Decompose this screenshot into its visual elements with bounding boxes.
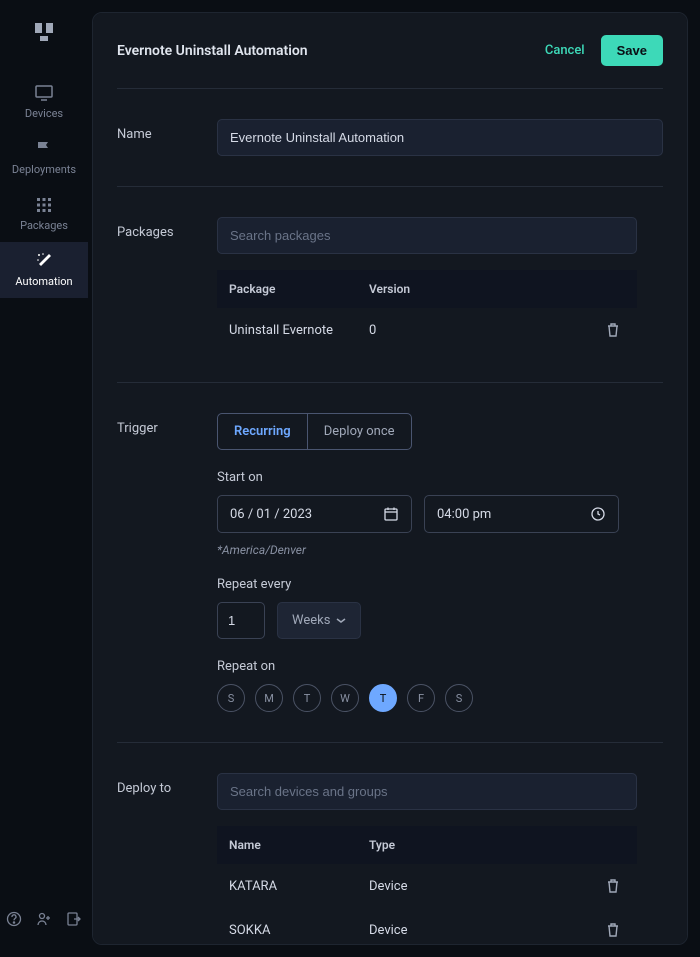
calendar-icon [383,506,399,522]
day-fri[interactable]: F [407,684,435,712]
sidebar: Devices Deployments Packages Automation [0,0,88,957]
time-value: 04:00 pm [437,507,491,522]
repeat-count-input[interactable] [217,602,265,639]
segment-deploy-once[interactable]: Deploy once [308,414,411,449]
package-name: Uninstall Evernote [229,323,369,338]
day-picker: S M T W T F S [217,684,663,712]
day-wed[interactable]: W [331,684,359,712]
time-input[interactable]: 04:00 pm [424,495,619,533]
name-input[interactable] [217,119,663,156]
grid-icon [34,196,54,214]
sidebar-item-label: Automation [15,275,72,288]
app-logo [32,20,56,44]
trash-icon[interactable] [601,322,625,338]
date-input[interactable]: 06 / 01 / 2023 [217,495,412,533]
deploy-name: SOKKA [229,923,369,938]
deploy-type: Device [369,879,601,894]
section-label: Name [117,119,217,156]
section-deploy: Deploy to Name Type KATARA Device SOKKA … [117,743,663,945]
timezone-hint: *America/Denver [217,543,663,557]
date-value: 06 / 01 / 2023 [230,507,312,522]
page-title: Evernote Uninstall Automation [117,43,308,59]
sidebar-item-deployments[interactable]: Deployments [0,130,88,186]
deploy-table: Name Type KATARA Device SOKKA Device [217,826,637,945]
start-on-label: Start on [217,470,663,485]
col-header-type: Type [369,838,601,852]
monitor-icon [34,84,54,102]
col-header-name: Name [229,838,369,852]
page-header: Evernote Uninstall Automation Cancel Sav… [117,13,663,89]
table-row: Uninstall Evernote 0 [217,308,637,352]
deploy-search-input[interactable] [217,773,637,810]
day-sat[interactable]: S [445,684,473,712]
section-label: Trigger [117,413,217,712]
logout-icon[interactable] [66,911,82,927]
day-thu[interactable]: T [369,684,397,712]
repeat-on-label: Repeat on [217,659,663,674]
wand-icon [34,252,54,270]
clock-icon [590,506,606,522]
section-label: Deploy to [117,773,217,945]
sidebar-item-packages[interactable]: Packages [0,186,88,242]
flag-icon [34,140,54,158]
col-header-package: Package [229,282,369,296]
table-row: KATARA Device [217,864,637,908]
section-label: Packages [117,217,217,352]
trash-icon[interactable] [601,878,625,894]
save-button[interactable]: Save [601,35,663,66]
help-icon[interactable] [6,911,22,927]
main-panel: Evernote Uninstall Automation Cancel Sav… [92,12,688,945]
packages-table: Package Version Uninstall Evernote 0 [217,270,637,352]
segment-recurring[interactable]: Recurring [218,414,308,449]
repeat-every-label: Repeat every [217,577,663,592]
day-mon[interactable]: M [255,684,283,712]
section-packages: Packages Package Version Uninstall Evern… [117,187,663,383]
repeat-unit-select[interactable]: Weeks [277,602,361,639]
day-tue[interactable]: T [293,684,321,712]
add-user-icon[interactable] [36,911,52,927]
day-sun[interactable]: S [217,684,245,712]
repeat-unit-value: Weeks [292,613,330,628]
package-version: 0 [369,323,601,338]
section-name: Name [117,89,663,187]
cancel-button[interactable]: Cancel [545,43,585,58]
deploy-name: KATARA [229,879,369,894]
trash-icon[interactable] [601,922,625,938]
sidebar-item-devices[interactable]: Devices [0,74,88,130]
trigger-segment: Recurring Deploy once [217,413,412,450]
chevron-down-icon [336,618,346,624]
sidebar-item-automation[interactable]: Automation [0,242,88,298]
col-header-version: Version [369,282,601,296]
section-trigger: Trigger Recurring Deploy once Start on 0… [117,383,663,743]
table-row: SOKKA Device [217,908,637,945]
sidebar-item-label: Deployments [12,163,76,176]
packages-search-input[interactable] [217,217,637,254]
sidebar-item-label: Packages [20,219,68,232]
deploy-type: Device [369,923,601,938]
sidebar-item-label: Devices [25,107,63,120]
